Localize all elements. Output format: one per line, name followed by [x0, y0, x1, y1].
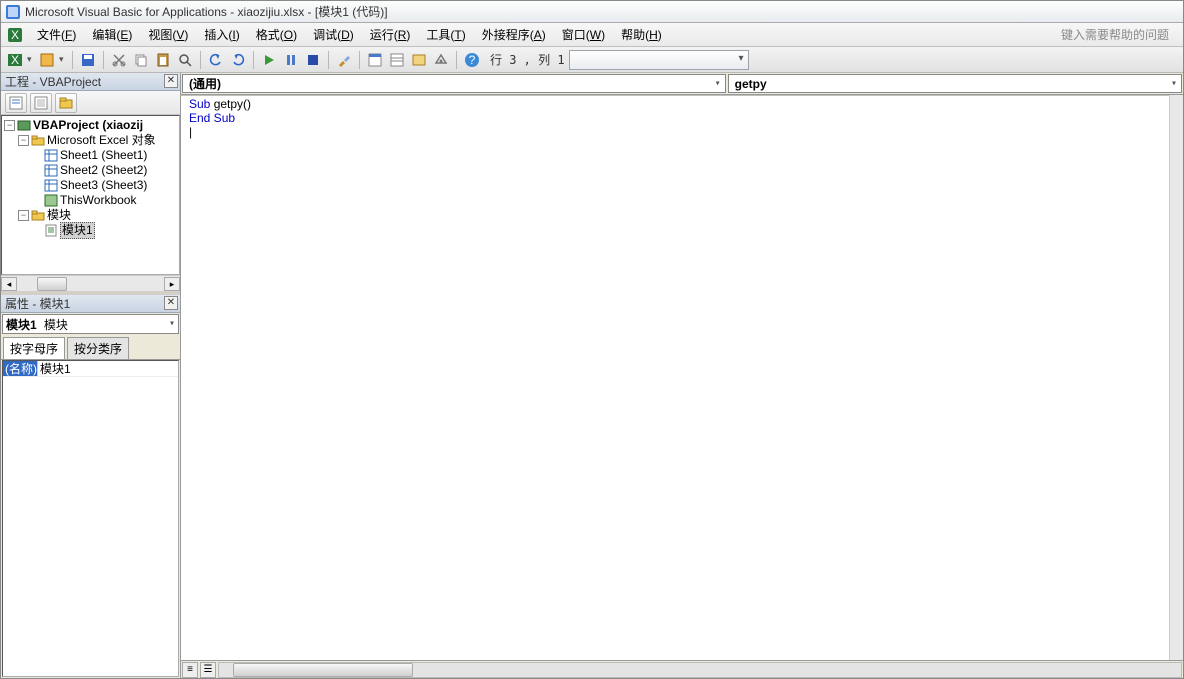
help-icon[interactable]: ? [462, 50, 482, 70]
break-icon[interactable] [281, 50, 301, 70]
close-properties-pane-icon[interactable]: ✕ [164, 296, 178, 310]
run-icon[interactable] [259, 50, 279, 70]
tree-node-excel-objects[interactable]: Microsoft Excel 对象 [47, 133, 156, 148]
toggle-folders-icon[interactable] [55, 93, 77, 113]
cursor-position: 行 3 , 列 1 [484, 51, 565, 68]
help-search-box[interactable]: 键入需要帮助的问题 [1061, 26, 1179, 43]
object-combo[interactable]: (通用) [182, 74, 726, 93]
property-key: (名称) [3, 361, 38, 376]
paste-icon[interactable] [153, 50, 173, 70]
reset-icon[interactable] [303, 50, 323, 70]
code-line[interactable]: Sub getpy() [189, 97, 1183, 111]
project-explorer-icon[interactable] [365, 50, 385, 70]
properties-object-combo[interactable]: 模块1 模块 [2, 314, 179, 334]
menu-run[interactable]: 运行(R) [362, 24, 419, 45]
folder-icon [31, 134, 45, 147]
menu-edit[interactable]: 编辑(E) [84, 24, 140, 45]
worksheet-icon [44, 164, 58, 177]
project-tree-hscroll[interactable]: ◂ ▸ [1, 275, 180, 291]
menu-debug[interactable]: 调试(D) [305, 24, 362, 45]
workbook-icon [44, 194, 58, 207]
cut-icon[interactable] [109, 50, 129, 70]
property-value[interactable]: 模块1 [38, 361, 178, 376]
tree-node-sheet2[interactable]: Sheet2 (Sheet2) [60, 163, 147, 178]
menu-file[interactable]: 文件(F) [29, 24, 84, 45]
scroll-left-icon[interactable]: ◂ [1, 277, 17, 291]
view-excel-icon[interactable]: X [5, 50, 25, 70]
full-module-view-icon[interactable]: ☰ [200, 662, 216, 678]
toolbar-combo[interactable] [569, 50, 749, 70]
properties-grid[interactable]: (名称) 模块1 [2, 360, 179, 677]
editor-bottom-bar: ≡ ☰ [181, 660, 1183, 678]
editor-hscroll[interactable] [218, 662, 1182, 678]
properties-tabs: 按字母序 按分类序 [1, 335, 180, 360]
window-title: Microsoft Visual Basic for Applications … [25, 1, 388, 23]
property-row-name[interactable]: (名称) 模块1 [3, 361, 178, 377]
tree-node-module1[interactable]: 模块1 [60, 222, 95, 239]
worksheet-icon [44, 149, 58, 162]
menu-insert[interactable]: 插入(I) [196, 24, 247, 45]
worksheet-icon [44, 179, 58, 192]
code-combo-bar: (通用) getpy [181, 73, 1183, 95]
tree-node-thisworkbook[interactable]: ThisWorkbook [60, 193, 136, 208]
object-browser-icon[interactable] [409, 50, 429, 70]
module-icon [44, 224, 58, 237]
design-mode-icon[interactable] [334, 50, 354, 70]
view-object-icon[interactable] [30, 93, 52, 113]
tab-categorized[interactable]: 按分类序 [67, 337, 129, 359]
tree-collapse-icon[interactable]: − [18, 210, 29, 221]
svg-text:?: ? [469, 53, 476, 67]
copy-icon[interactable] [131, 50, 151, 70]
vba-app-icon [5, 4, 21, 20]
tree-collapse-icon[interactable]: − [4, 120, 15, 131]
close-project-pane-icon[interactable]: ✕ [164, 74, 178, 88]
svg-text:X: X [11, 53, 19, 67]
project-pane-title: 工程 - VBAProject ✕ [1, 73, 180, 91]
tree-node-vbaproject[interactable]: VBAProject (xiaozij [33, 118, 143, 133]
title-bar: Microsoft Visual Basic for Applications … [1, 1, 1183, 23]
tree-node-sheet3[interactable]: Sheet3 (Sheet3) [60, 178, 147, 193]
view-code-icon[interactable] [5, 93, 27, 113]
menu-help[interactable]: 帮助(H) [613, 24, 670, 45]
toolbox-icon[interactable] [431, 50, 451, 70]
standard-toolbar: X▾ ▾ ? 行 3 , 列 1 [1, 47, 1183, 73]
menu-tools[interactable]: 工具(T) [418, 24, 473, 45]
menu-window[interactable]: 窗口(W) [554, 24, 613, 45]
project-pane-toolbar [1, 91, 180, 115]
code-editor[interactable]: Sub getpy() End Sub | [181, 95, 1183, 660]
menu-bar: X 文件(F) 编辑(E) 视图(V) 插入(I) 格式(O) 调试(D) 运行… [1, 23, 1183, 47]
svg-text:X: X [11, 28, 19, 42]
properties-window-icon[interactable] [387, 50, 407, 70]
menu-format[interactable]: 格式(O) [248, 24, 305, 45]
scroll-thumb[interactable] [37, 277, 67, 291]
find-icon[interactable] [175, 50, 195, 70]
code-line[interactable]: End Sub [189, 111, 1183, 125]
tree-node-sheet1[interactable]: Sheet1 (Sheet1) [60, 148, 147, 163]
menu-addins[interactable]: 外接程序(A) [474, 24, 554, 45]
properties-pane-title: 属性 - 模块1 ✕ [1, 295, 180, 313]
code-line[interactable]: | [189, 125, 1183, 139]
excel-module-icon: X [7, 27, 23, 43]
procedure-view-icon[interactable]: ≡ [182, 662, 198, 678]
insert-item-icon[interactable] [37, 50, 57, 70]
redo-icon[interactable] [228, 50, 248, 70]
vbaproject-icon [17, 119, 31, 132]
tree-node-modules[interactable]: 模块 [47, 208, 71, 223]
undo-icon[interactable] [206, 50, 226, 70]
procedure-combo[interactable]: getpy [728, 74, 1182, 93]
tree-collapse-icon[interactable]: − [18, 135, 29, 146]
menu-view[interactable]: 视图(V) [140, 24, 196, 45]
tab-alphabetic[interactable]: 按字母序 [3, 337, 65, 359]
scroll-thumb[interactable] [233, 663, 413, 677]
scroll-right-icon[interactable]: ▸ [164, 277, 180, 291]
project-tree[interactable]: −VBAProject (xiaozij −Microsoft Excel 对象… [1, 115, 180, 275]
save-icon[interactable] [78, 50, 98, 70]
editor-vscroll[interactable] [1169, 95, 1183, 660]
folder-icon [31, 209, 45, 222]
